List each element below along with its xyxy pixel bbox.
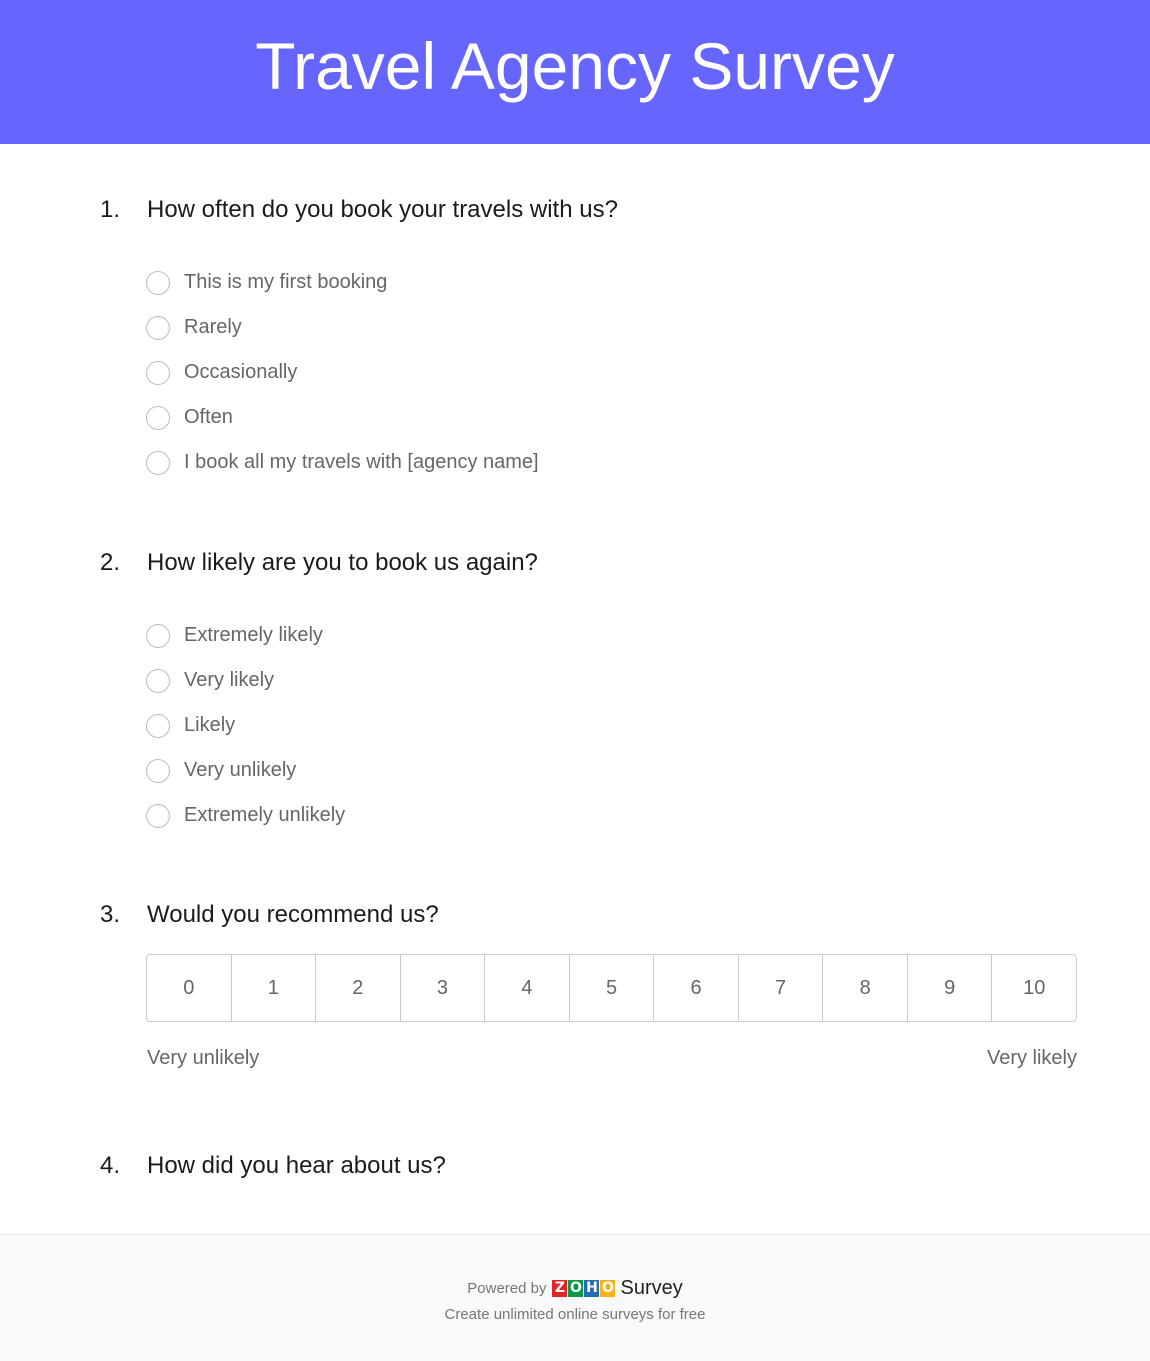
question-title: 3. Would you recommend us? xyxy=(100,901,1080,929)
question-number: 1. xyxy=(100,196,121,223)
option-label: Extremely likely xyxy=(184,624,323,646)
radio-button[interactable] xyxy=(146,360,170,385)
question-number: 3. xyxy=(100,901,121,928)
option-extremely-likely[interactable]: Extremely likely xyxy=(146,613,1080,658)
option-label: Extremely unlikely xyxy=(184,804,346,826)
radio-button[interactable] xyxy=(146,315,170,340)
powered-by-text: Powered by xyxy=(467,1280,547,1297)
radio-button[interactable] xyxy=(146,450,170,475)
scale-option-7[interactable]: 7 xyxy=(739,955,824,1021)
radio-button[interactable] xyxy=(146,405,170,430)
scale-option-2[interactable]: 2 xyxy=(316,955,401,1021)
question-text: Would you recommend us? xyxy=(147,901,439,928)
scale-option-6[interactable]: 6 xyxy=(654,955,739,1021)
scale-option-3[interactable]: 3 xyxy=(401,955,486,1021)
option-label: Rarely xyxy=(184,316,242,338)
scale-option-9[interactable]: 9 xyxy=(908,955,993,1021)
radio-button[interactable] xyxy=(146,713,170,738)
question-title: 1. How often do you book your travels wi… xyxy=(100,196,1080,224)
option-rarely[interactable]: Rarely xyxy=(146,305,1080,350)
options-list: This is my first booking Rarely Occasion… xyxy=(146,260,1080,485)
radio-button[interactable] xyxy=(146,758,170,783)
question-1: 1. How often do you book your travels wi… xyxy=(100,196,1080,485)
option-first-booking[interactable]: This is my first booking xyxy=(146,260,1080,305)
question-text: How often do you book your travels with … xyxy=(147,196,618,223)
product-name: Survey xyxy=(620,1277,683,1299)
option-likely[interactable]: Likely xyxy=(146,703,1080,748)
option-occasionally[interactable]: Occasionally xyxy=(146,350,1080,395)
option-label: I book all my travels with [agency name] xyxy=(184,451,539,473)
option-label: Likely xyxy=(184,714,236,736)
survey-header: Travel Agency Survey xyxy=(0,0,1150,144)
zoho-letter: O xyxy=(568,1280,584,1297)
scale-low-label: Very unlikely xyxy=(147,1047,260,1069)
zoho-letter: O xyxy=(600,1280,616,1297)
radio-button[interactable] xyxy=(146,803,170,828)
radio-button[interactable] xyxy=(146,270,170,295)
question-text: How likely are you to book us again? xyxy=(147,549,538,576)
footer-tagline[interactable]: Create unlimited online surveys for free xyxy=(0,1306,1150,1323)
scale-option-10[interactable]: 10 xyxy=(992,955,1076,1021)
question-text: How did you hear about us? xyxy=(147,1152,446,1179)
zoho-letter: Z xyxy=(552,1280,568,1297)
radio-button[interactable] xyxy=(146,668,170,693)
question-2: 2. How likely are you to book us again? … xyxy=(100,549,1080,838)
survey-title: Travel Agency Survey xyxy=(255,29,895,103)
powered-by[interactable]: Powered by Z O H O Survey xyxy=(0,1277,1150,1300)
footer: Powered by Z O H O Survey Create unlimit… xyxy=(0,1234,1150,1361)
option-label: Very likely xyxy=(184,669,275,691)
option-extremely-unlikely[interactable]: Extremely unlikely xyxy=(146,793,1080,838)
option-label: Often xyxy=(184,406,233,428)
scale-option-1[interactable]: 1 xyxy=(232,955,317,1021)
nps-scale: 0 1 2 3 4 5 6 7 8 9 10 xyxy=(146,954,1077,1022)
scale-option-8[interactable]: 8 xyxy=(823,955,908,1021)
question-title: 4. How did you hear about us? xyxy=(100,1152,1080,1180)
scale-high-label: Very likely xyxy=(986,1047,1077,1069)
question-4: 4. How did you hear about us? xyxy=(100,1152,1080,1180)
question-3: 3. Would you recommend us? xyxy=(100,901,1080,929)
option-very-likely[interactable]: Very likely xyxy=(146,658,1080,703)
question-number: 2. xyxy=(100,549,121,576)
question-title: 2. How likely are you to book us again? xyxy=(100,549,1080,577)
zoho-logo-icon: Z O H O xyxy=(552,1280,616,1297)
question-number: 4. xyxy=(100,1152,121,1179)
scale-option-4[interactable]: 4 xyxy=(485,955,570,1021)
options-list: Extremely likely Very likely Likely Very… xyxy=(146,613,1080,838)
scale-option-5[interactable]: 5 xyxy=(570,955,655,1021)
option-label: This is my first booking xyxy=(184,271,388,293)
option-label: Very unlikely xyxy=(184,759,297,781)
option-all-travels[interactable]: I book all my travels with [agency name] xyxy=(146,440,1080,485)
option-very-unlikely[interactable]: Very unlikely xyxy=(146,748,1080,793)
zoho-letter: H xyxy=(584,1280,600,1297)
radio-button[interactable] xyxy=(146,623,170,648)
option-label: Occasionally xyxy=(184,361,298,383)
scale-option-0[interactable]: 0 xyxy=(147,955,232,1021)
option-often[interactable]: Often xyxy=(146,395,1080,440)
